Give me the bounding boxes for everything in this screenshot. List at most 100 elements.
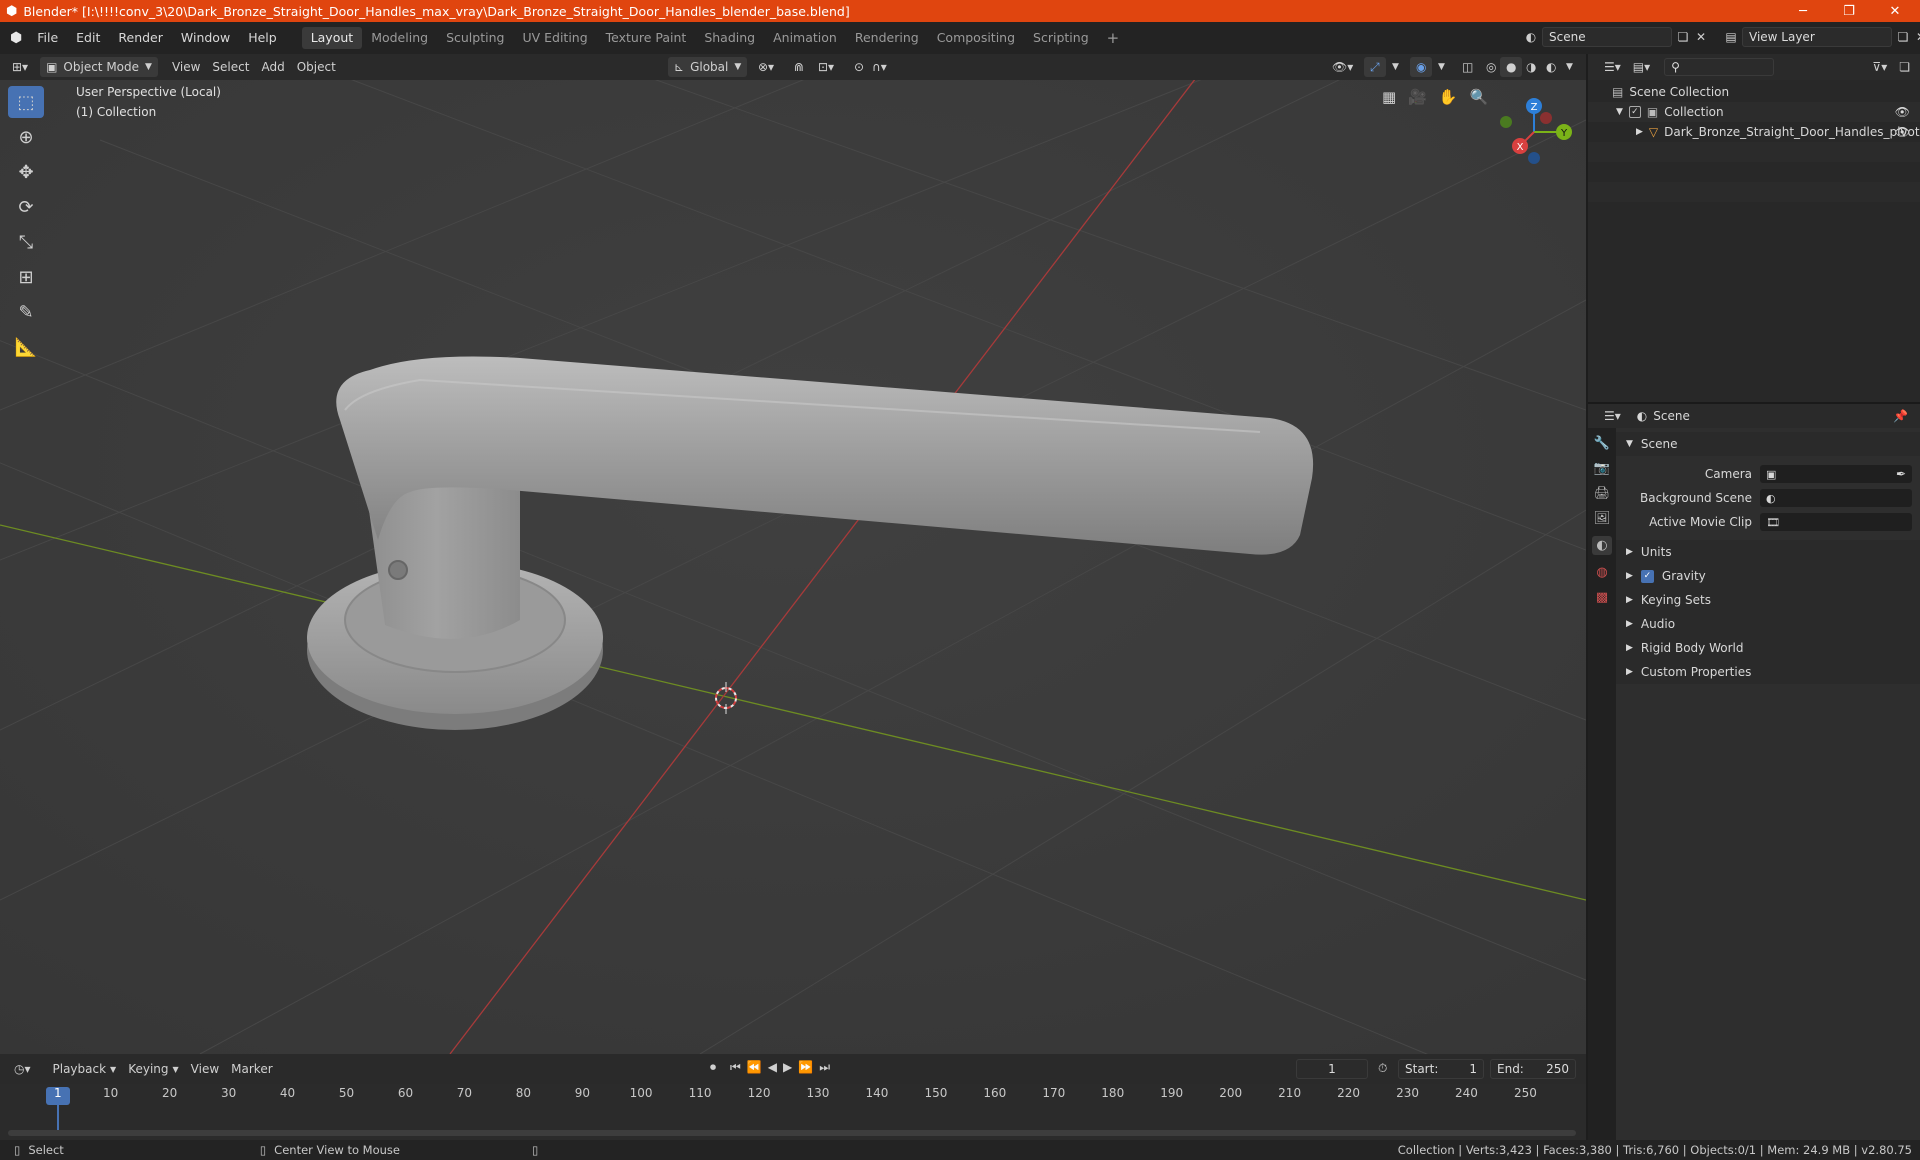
start-frame-field[interactable]: Start: 1 (1398, 1059, 1484, 1079)
transform-tool-icon[interactable]: ⊞ (8, 261, 44, 293)
menu-keying[interactable]: Keying ▼ (122, 1059, 184, 1079)
tab-compositing[interactable]: Compositing (928, 27, 1024, 49)
properties-editor-type-icon[interactable]: ☰▾ (1598, 406, 1627, 426)
scene-tab-icon[interactable]: ◐ (1592, 536, 1612, 555)
outliner-row-collection[interactable]: ▼ ✓ ▣ Collection 👁 (1588, 102, 1920, 122)
menu-timeline-view[interactable]: View (185, 1059, 225, 1079)
close-button[interactable]: ✕ (1872, 0, 1918, 22)
prev-keyframe-icon[interactable]: ⏪ (747, 1060, 762, 1075)
scene-icon[interactable]: ◐ (1524, 30, 1538, 44)
tab-animation[interactable]: Animation (764, 27, 846, 49)
new-view-layer-icon[interactable]: ❏ (1896, 30, 1910, 44)
gravity-panel-header[interactable]: ▶ ✓ Gravity (1616, 564, 1920, 588)
snap-target-icon[interactable]: ⊡▾ (812, 57, 840, 77)
outliner-row-object[interactable]: ▶ ▽ Dark_Bronze_Straight_Door_Handles_pi… (1588, 122, 1920, 142)
measure-tool-icon[interactable]: 📐 (8, 331, 44, 363)
overlay-dropdown-icon[interactable]: ▼ (1432, 57, 1451, 77)
menu-select[interactable]: Select (206, 57, 255, 77)
camera-field[interactable]: ▣ ✒ (1760, 465, 1912, 483)
menu-object[interactable]: Object (291, 57, 342, 77)
toggle-perspective-icon[interactable]: ▦ (1382, 88, 1396, 106)
play-reverse-icon[interactable]: ◀ (768, 1060, 777, 1075)
end-frame-field[interactable]: End: 250 (1490, 1059, 1576, 1079)
visibility-icon[interactable]: 👁▾ (1326, 57, 1359, 77)
restore-button[interactable]: ❐ (1826, 0, 1872, 22)
menu-help[interactable]: Help (239, 27, 286, 49)
render-tab-icon[interactable]: 📷 (1594, 461, 1610, 476)
select-box-tool-icon[interactable]: ⬚ (8, 86, 44, 118)
tab-scripting[interactable]: Scripting (1024, 27, 1098, 49)
checkbox-icon[interactable]: ✓ (1628, 106, 1641, 118)
menu-playback[interactable]: Playback ▼ (47, 1059, 123, 1079)
editor-type-icon[interactable]: ⊞▾ (6, 57, 34, 77)
view-layer-selector[interactable]: View Layer (1742, 27, 1892, 47)
menu-window[interactable]: Window (172, 27, 239, 49)
custom-properties-panel-header[interactable]: ▶ Custom Properties (1616, 660, 1920, 684)
menu-add[interactable]: Add (255, 57, 290, 77)
move-tool-icon[interactable]: ✥ (8, 156, 44, 188)
outliner-row-scene-collection[interactable]: ▤ Scene Collection (1588, 82, 1920, 102)
view-layer-tab-icon[interactable]: 🖼 (1594, 511, 1611, 526)
rotate-tool-icon[interactable]: ⟳ (8, 191, 44, 223)
new-collection-icon[interactable]: ❏ (1893, 57, 1916, 77)
zoom-icon[interactable]: 🔍 (1470, 88, 1489, 106)
viewport-scene[interactable]: Z Y X (0, 80, 1586, 1054)
stopwatch-icon[interactable]: ⏱ (1378, 1061, 1387, 1076)
overlay-toggle-icon[interactable]: ◉ (1410, 57, 1433, 77)
gravity-checkbox[interactable]: ✓ (1640, 569, 1654, 583)
3d-viewport[interactable]: Z Y X User Perspective (Local) (1) Colle… (0, 80, 1586, 1054)
new-scene-icon[interactable]: ❏ (1676, 30, 1690, 44)
gizmo-toggle-icon[interactable]: ⤢ (1364, 57, 1386, 77)
menu-file[interactable]: File (28, 27, 67, 49)
delete-scene-icon[interactable]: ✕ (1694, 30, 1708, 44)
pan-hand-icon[interactable]: ✋ (1439, 88, 1458, 106)
scale-tool-icon[interactable]: ⤡ (8, 226, 44, 258)
gizmo-dropdown-icon[interactable]: ▼ (1386, 57, 1405, 77)
output-tab-icon[interactable]: 🖨 (1594, 486, 1611, 501)
timeline-editor-type-icon[interactable]: ◷▾ (8, 1059, 37, 1079)
expand-arrow-icon[interactable]: ▼ (1616, 107, 1623, 117)
outliner-editor-type-icon[interactable]: ☰▾ (1598, 57, 1627, 77)
next-keyframe-icon[interactable]: ⏩ (798, 1060, 813, 1075)
jump-end-icon[interactable]: ⏭ (819, 1060, 830, 1075)
expand-arrow-icon[interactable]: ▶ (1636, 127, 1643, 137)
blender-menu-icon[interactable]: ⬢ (10, 30, 22, 46)
tab-layout[interactable]: Layout (301, 27, 363, 49)
record-icon[interactable]: ⏺ (710, 1060, 716, 1075)
menu-view[interactable]: View (166, 57, 206, 77)
texture-tab-icon[interactable]: ▩ (1596, 590, 1608, 605)
world-tab-icon[interactable]: ◍ (1596, 565, 1607, 580)
background-scene-field[interactable]: ◐ (1760, 489, 1912, 507)
xray-icon[interactable]: ◫ (1456, 57, 1479, 77)
pin-icon[interactable]: 📌 (1893, 409, 1908, 423)
eyedropper-icon[interactable]: ✒ (1896, 467, 1906, 481)
tab-uv-editing[interactable]: UV Editing (513, 27, 596, 49)
current-frame-field[interactable]: 1 (1296, 1059, 1368, 1079)
outliner-search-input[interactable]: ⚲ (1664, 58, 1775, 76)
menu-edit[interactable]: Edit (67, 27, 109, 49)
eye-icon[interactable]: 👁 (1895, 125, 1910, 139)
timeline-scrollbar[interactable] (8, 1130, 1576, 1136)
active-movie-clip-field[interactable]: 🎞 (1760, 513, 1912, 531)
tab-shading[interactable]: Shading (695, 27, 764, 49)
mode-selector[interactable]: ▣ Object Mode ▼ (40, 57, 158, 77)
shading-dropdown-icon[interactable]: ▼ (1560, 57, 1579, 77)
filter-icon[interactable]: ⊽▾ (1866, 57, 1893, 77)
jump-start-icon[interactable]: ⏮ (730, 1060, 741, 1075)
rigid-body-world-panel-header[interactable]: ▶ Rigid Body World (1616, 636, 1920, 660)
view-layer-icon[interactable]: ▤ (1724, 30, 1738, 44)
menu-marker[interactable]: Marker (225, 1059, 278, 1079)
play-icon[interactable]: ▶ (783, 1060, 792, 1075)
tool-settings-tab-icon[interactable]: 🔧 (1594, 436, 1610, 451)
tab-modeling[interactable]: Modeling (362, 27, 437, 49)
falloff-icon[interactable]: ∩▾ (866, 57, 893, 77)
delete-view-layer-icon[interactable]: ✕ (1914, 30, 1920, 44)
keying-sets-panel-header[interactable]: ▶ Keying Sets (1616, 588, 1920, 612)
tab-rendering[interactable]: Rendering (846, 27, 928, 49)
transform-orientation-selector[interactable]: ⊾ Global ▼ (668, 57, 748, 77)
cursor-tool-icon[interactable]: ⊕ (8, 121, 44, 153)
audio-panel-header[interactable]: ▶ Audio (1616, 612, 1920, 636)
scene-selector[interactable]: Scene (1542, 27, 1672, 47)
snap-icon[interactable]: ⋒ (788, 57, 810, 77)
minimize-button[interactable]: ─ (1780, 0, 1826, 22)
